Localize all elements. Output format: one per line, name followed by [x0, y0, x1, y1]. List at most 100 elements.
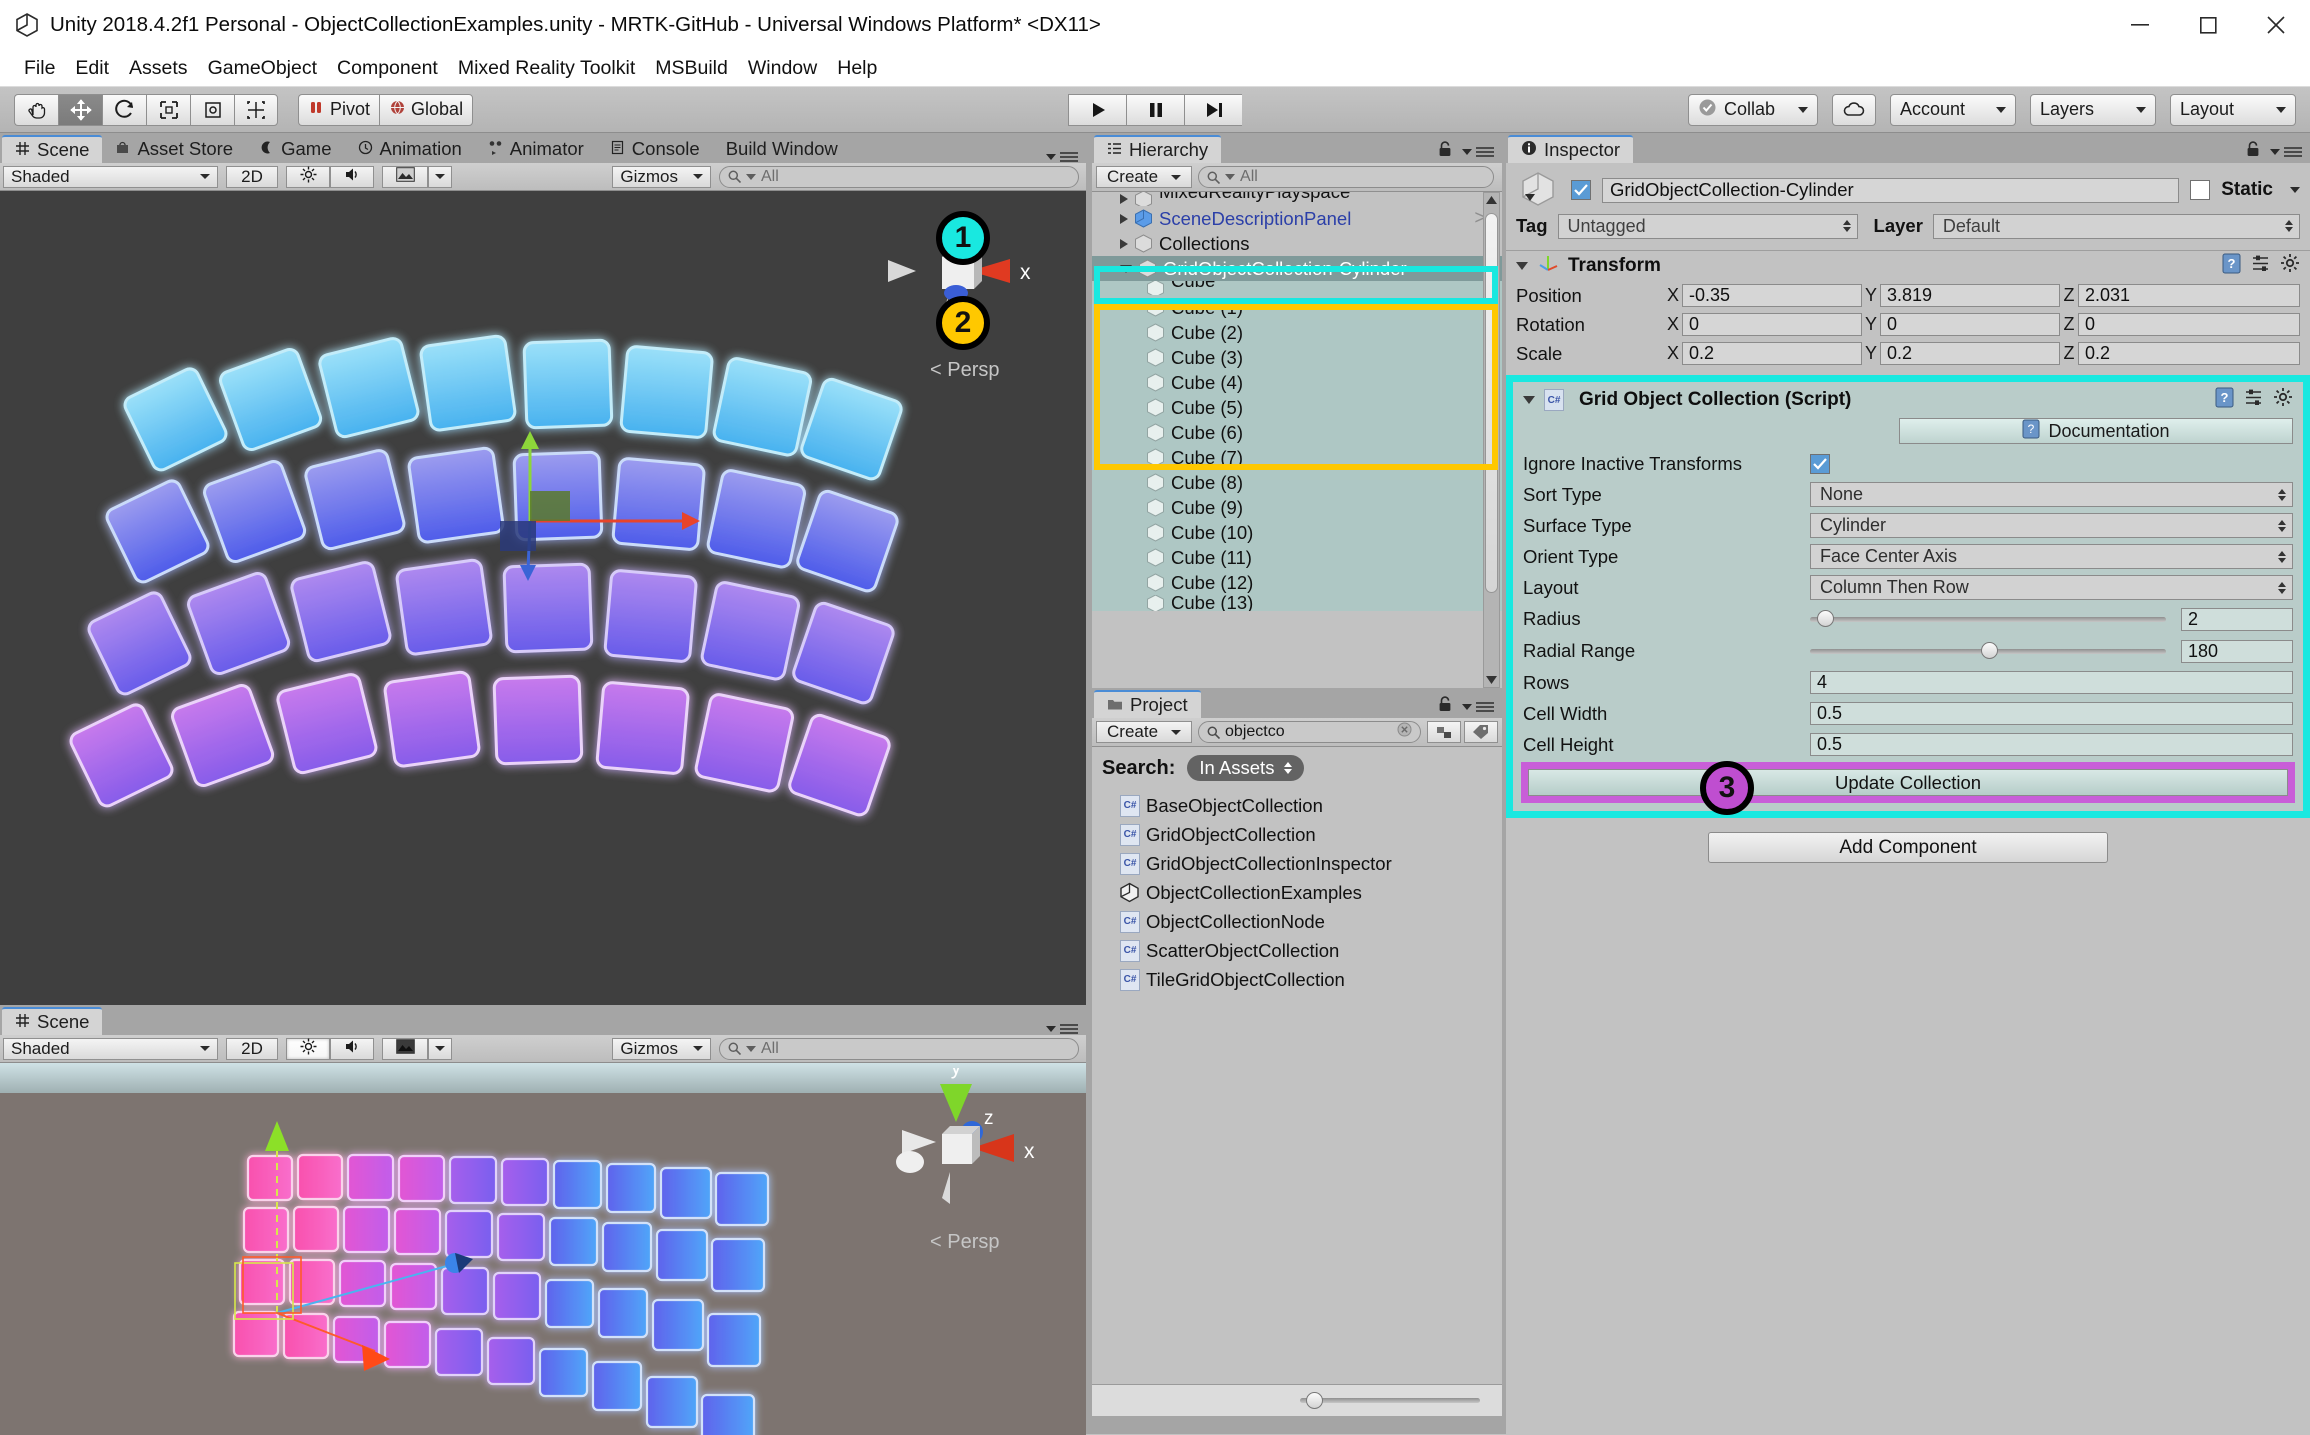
step-button[interactable] [1184, 93, 1242, 126]
rotation-x-input[interactable]: 0 [1682, 313, 1862, 336]
menu-window[interactable]: Window [738, 55, 827, 82]
transform-header[interactable]: Transform ? [1506, 251, 2310, 281]
menu-assets[interactable]: Assets [119, 55, 198, 82]
hierarchy-row-cube-7[interactable]: Cube (7) [1092, 445, 1502, 470]
scene-viewport[interactable]: y x < Persp [0, 191, 1086, 1006]
pause-button[interactable] [1126, 93, 1184, 126]
project-create-button[interactable]: Create [1096, 721, 1193, 743]
scale-z-input[interactable]: 0.2 [2078, 342, 2300, 365]
tab-animator[interactable]: Animator [475, 135, 597, 163]
tab-inspector[interactable]: Inspector [1508, 135, 1634, 163]
project-item-scatterobjectcollection[interactable]: C# ScatterObjectCollection [1092, 936, 1502, 965]
documentation-button[interactable]: ? Documentation [1899, 418, 2293, 444]
hierarchy-create-button[interactable]: Create [1096, 166, 1193, 188]
lock-icon[interactable] [2246, 141, 2260, 163]
play-button[interactable] [1068, 93, 1126, 126]
hierarchy-row-cube-9[interactable]: Cube (9) [1092, 495, 1502, 520]
effects-toggle-button-bottom[interactable] [382, 1037, 428, 1060]
layout-dropdown[interactable]: Column Then Row [1810, 575, 2293, 600]
radial-range-slider[interactable] [1810, 642, 2166, 659]
menu-msbuild[interactable]: MSBuild [645, 55, 738, 82]
ignore-inactive-checkbox[interactable] [1810, 454, 1830, 474]
menu-component[interactable]: Component [327, 55, 448, 82]
project-zoom-slider[interactable] [1300, 1391, 1480, 1409]
project-list[interactable]: C# BaseObjectCollection C# GridObjectCol… [1092, 789, 1502, 1384]
chevron-down-icon[interactable] [2290, 187, 2300, 193]
project-search-scope-dropdown[interactable]: In Assets [1187, 755, 1305, 781]
project-item-baseobjectcollection[interactable]: C# BaseObjectCollection [1092, 791, 1502, 820]
menu-edit[interactable]: Edit [65, 55, 119, 82]
hierarchy-row-cube-8[interactable]: Cube (8) [1092, 470, 1502, 495]
gear-icon[interactable] [2273, 387, 2293, 413]
audio-toggle-button-bottom[interactable] [330, 1037, 374, 1060]
scroll-down-arrow-icon[interactable] [1484, 673, 1499, 687]
tag-dropdown[interactable]: Untagged [1557, 213, 1858, 239]
grid-collection-header[interactable]: C# Grid Object Collection (Script) ? [1513, 382, 2303, 418]
layer-dropdown[interactable]: Default [1932, 213, 2300, 239]
position-y-input[interactable]: 3.819 [1880, 284, 2060, 307]
disclosure-icon[interactable] [1120, 194, 1128, 204]
hierarchy-panel-options[interactable] [1438, 141, 1502, 163]
rotation-z-input[interactable]: 0 [2078, 313, 2300, 336]
project-item-gridobjectcollectioninspector[interactable]: C# GridObjectCollectionInspector [1092, 849, 1502, 878]
shading-mode-dropdown-bottom[interactable]: Shaded [3, 1037, 218, 1060]
update-collection-button[interactable]: Update Collection [1528, 769, 2288, 796]
rect-tool-button[interactable] [190, 93, 234, 126]
tab-game[interactable]: Game [246, 135, 344, 163]
tab-build-window[interactable]: Build Window [713, 135, 851, 163]
hierarchy-row-cube-12[interactable]: Cube (12) [1092, 570, 1502, 595]
project-item-gridobjectcollection[interactable]: C# GridObjectCollection [1092, 820, 1502, 849]
move-tool-button[interactable] [58, 93, 102, 126]
scene-orientation-gizmo-bottom[interactable]: y x z < Persp [886, 1063, 1046, 1268]
gameobject-name-input[interactable]: GridObjectCollection-Cylinder [1602, 177, 2180, 203]
lighting-toggle-button-bottom[interactable] [286, 1037, 330, 1060]
scene-panel-options[interactable] [1040, 151, 1086, 163]
disclosure-icon-open[interactable] [1120, 264, 1132, 273]
transform-tool-button[interactable] [234, 93, 278, 126]
gizmos-dropdown[interactable]: Gizmos [612, 165, 711, 188]
hierarchy-row-mixedrealityplayspace[interactable]: MixedRealityPlayspace [1092, 192, 1502, 206]
close-button[interactable] [2242, 0, 2310, 50]
scene-search-input[interactable]: All [719, 165, 1079, 188]
position-x-input[interactable]: -0.35 [1682, 284, 1862, 307]
preset-icon[interactable] [2251, 254, 2270, 279]
project-item-objectcollectionexamples[interactable]: ObjectCollectionExamples [1092, 878, 1502, 907]
hierarchy-row-gridobjectcollection-cylinder[interactable]: GridObjectCollection-Cylinder [1092, 256, 1502, 281]
hierarchy-tree[interactable]: MixedRealityPlayspace SceneDescriptionPa… [1092, 192, 1502, 688]
tab-scene[interactable]: Scene [2, 135, 103, 163]
filter-by-label-button[interactable] [1464, 721, 1498, 743]
static-checkbox[interactable] [2190, 180, 2211, 200]
scale-y-input[interactable]: 0.2 [1880, 342, 2060, 365]
cell-width-input[interactable]: 0.5 [1810, 702, 2293, 725]
orient-type-dropdown[interactable]: Face Center Axis [1810, 544, 2293, 569]
add-component-button[interactable]: Add Component [1708, 832, 2108, 863]
help-icon[interactable]: ? [2215, 387, 2234, 414]
gear-icon[interactable] [2280, 253, 2300, 279]
minimize-button[interactable] [2106, 0, 2174, 50]
preset-icon[interactable] [2244, 388, 2263, 413]
clear-search-icon[interactable] [1397, 722, 1412, 742]
scene-search-input-bottom[interactable]: All [719, 1037, 1079, 1060]
maximize-button[interactable] [2174, 0, 2242, 50]
effects-dropdown-button-bottom[interactable] [428, 1037, 452, 1060]
position-z-input[interactable]: 2.031 [2078, 284, 2300, 307]
hierarchy-row-cube-13[interactable]: Cube (13) [1092, 595, 1502, 611]
menu-file[interactable]: File [14, 55, 65, 82]
inspector-panel-options[interactable] [2246, 141, 2310, 163]
cloud-button[interactable] [1832, 93, 1876, 126]
global-toggle-button[interactable]: Global [379, 93, 474, 126]
effects-dropdown-button[interactable] [428, 165, 452, 188]
tab-console[interactable]: Console [597, 135, 713, 163]
disclosure-icon[interactable] [1120, 213, 1128, 224]
tab-project[interactable]: Project [1094, 690, 1201, 718]
toggle-2d-button-bottom[interactable]: 2D [226, 1037, 278, 1060]
pivot-toggle-button[interactable]: Pivot [298, 93, 380, 126]
menu-help[interactable]: Help [827, 55, 887, 82]
hierarchy-row-cube-11[interactable]: Cube (11) [1092, 545, 1502, 570]
toggle-2d-button[interactable]: 2D [226, 165, 278, 188]
radial-range-input[interactable]: 180 [2181, 639, 2293, 663]
hierarchy-row-cube-5[interactable]: Cube (5) [1092, 395, 1502, 420]
hierarchy-scrollbar[interactable] [1483, 192, 1500, 688]
tab-animation[interactable]: Animation [345, 135, 475, 163]
disclosure-icon[interactable] [1120, 238, 1128, 249]
